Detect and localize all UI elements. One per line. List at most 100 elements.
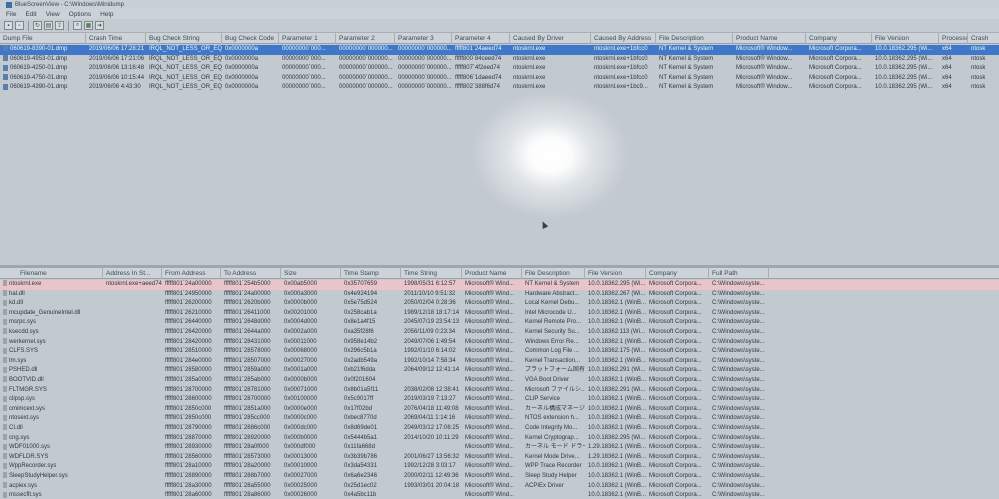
dump-cell: IRQL_NOT_LESS_OR_EQ... <box>149 84 222 91</box>
menu-view[interactable]: View <box>46 11 60 18</box>
driver-cell: 0x296c5b1a <box>344 348 377 355</box>
driver-column-header[interactable]: Product Name <box>462 268 522 279</box>
driver-cell: 0xbec8770d <box>344 415 377 422</box>
driver-cell: Microsoft® Wind... <box>465 453 515 460</box>
dump-cell: NT Kernel & System <box>659 74 714 81</box>
driver-cell: WDF01000.sys <box>0 443 103 453</box>
driver-row[interactable]: BOOTVID.dll fffff801`285a0000 fffff801`285… <box>0 376 999 386</box>
driver-column-header[interactable]: Address In St... <box>103 268 162 279</box>
driver-column-header[interactable]: Full Path <box>709 268 769 279</box>
driver-row[interactable]: CI.dll fffff801`28790000 fffff801`2886c000… <box>0 424 999 434</box>
driver-cell: fffff801`28560000 <box>165 453 212 460</box>
menu-file[interactable]: File <box>6 11 16 18</box>
driver-cell: ntoskrnl.exe+aeed74 <box>106 281 162 287</box>
driver-cell: 2076/04/18 11:49:08 <box>404 405 459 412</box>
driver-file-icon <box>3 443 7 450</box>
driver-cell: 0x25d1ec02 <box>344 482 377 489</box>
driver-row[interactable]: ntoskrnl.exe ntoskrnl.exe+aeed74 fffff801`… <box>0 280 999 290</box>
driver-row[interactable]: cng.sys fffff801`28870000 fffff801`2892000… <box>0 434 999 444</box>
driver-row[interactable]: WppRecorder.sys fffff801`28a10000 fffff801… <box>0 462 999 472</box>
driver-column-header[interactable]: File Version <box>585 268 646 279</box>
driver-column-header[interactable]: Filename <box>17 268 103 279</box>
driver-row[interactable]: CLFS.SYS fffff801`28510000 fffff801`285780… <box>0 347 999 357</box>
driver-row[interactable]: msrpc.sys fffff801`26440000 fffff801`2648d… <box>0 318 999 328</box>
menu-edit[interactable]: Edit <box>25 11 36 18</box>
driver-row[interactable]: WDF01000.sys fffff801`28930000 fffff801`28… <box>0 443 999 453</box>
driver-cell: Sleep Study Helper <box>525 473 577 479</box>
driver-cell: fffff801`2850c000 <box>165 405 212 412</box>
driver-row[interactable]: PSHED.dll fffff801`28580000 fffff801`2859a… <box>0 366 999 376</box>
dump-row[interactable]: 060619-8390-01.dmp 2019/06/06 17:28:21 IRQ… <box>0 45 999 55</box>
driver-cell: Microsoft® Wind... <box>465 348 515 355</box>
save-icon[interactable]: ▪ <box>4 21 13 30</box>
driver-row[interactable]: werkernel.sys fffff801`28420000 fffff801`2… <box>0 338 999 348</box>
menu-help[interactable]: Help <box>100 11 113 18</box>
driver-row[interactable]: hal.dll fffff801`24950000 fffff801`24a0000… <box>0 290 999 300</box>
dump-cell: Microsoft Corpora... <box>809 46 862 52</box>
dump-row[interactable]: 060619-4250-01.dmp 2019/06/06 13:16:48 IRQ… <box>0 64 999 74</box>
driver-column-header[interactable]: Company <box>646 268 709 279</box>
properties-icon[interactable]: ▤ <box>44 21 53 30</box>
driver-row[interactable]: SleepStudyHelper.sys fffff801`28890000 fff… <box>0 472 999 482</box>
driver-row[interactable]: cmimcext.sys fffff801`2850c000 fffff801`28… <box>0 405 999 415</box>
menu-options[interactable]: Options <box>69 11 91 18</box>
copy-icon[interactable]: ▫ <box>15 21 24 30</box>
driver-cell: Microsoft Corpora... <box>649 281 702 287</box>
driver-cell: Microsoft Corpora... <box>649 415 702 422</box>
dump-column-header[interactable]: Parameter 4 <box>452 33 510 44</box>
dump-cell: 060619-4750-01.dmp <box>0 74 86 84</box>
dump-column-header[interactable]: Bug Check Code <box>222 33 279 44</box>
driver-cell: カーネル構成マネージ... <box>525 405 585 412</box>
dump-column-header[interactable]: Processor <box>939 33 968 44</box>
driver-row[interactable]: acpiex.sys fffff801`28a30000 fffff801`28a5… <box>0 482 999 492</box>
driver-column-header[interactable]: Time String <box>401 268 462 279</box>
driver-row[interactable]: ksecdd.sys fffff801`26420000 fffff801`2644… <box>0 328 999 338</box>
driver-column-header[interactable]: To Address <box>221 268 281 279</box>
driver-row[interactable]: kd.dll fffff801`26200000 fffff801`2620b000… <box>0 299 999 309</box>
dump-cell: ntoskrnl.exe <box>513 55 546 62</box>
driver-cell: kd.dll <box>0 299 103 309</box>
dump-row[interactable]: 060619-4750-01.dmp 2019/06/06 10:15:44 IRQ… <box>0 74 999 84</box>
driver-cell: 0x5e75d524 <box>344 300 378 307</box>
exit-icon[interactable]: ➜ <box>95 21 104 30</box>
driver-row[interactable]: clipsp.sys fffff801`28600000 fffff801`2870… <box>0 395 999 405</box>
driver-file-icon <box>3 328 7 335</box>
dump-column-header[interactable]: Parameter 3 <box>395 33 452 44</box>
dump-column-header[interactable]: Caused By Address <box>591 33 656 44</box>
driver-filename: cmimcext.sys <box>9 405 45 412</box>
dump-column-header[interactable]: Parameter 1 <box>279 33 336 44</box>
driver-column-header[interactable]: Time Stamp <box>341 268 401 279</box>
dump-column-header[interactable]: Crash <box>968 33 999 44</box>
driver-row[interactable]: FLTMGR.SYS fffff801`28700000 fffff801`2878… <box>0 386 999 396</box>
find-icon[interactable]: ⌕ <box>73 21 82 30</box>
export-icon[interactable]: ⇪ <box>55 21 64 30</box>
dump-column-header[interactable]: File Description <box>656 33 733 44</box>
dump-cell: fffff807`4f2eed74 <box>455 65 500 72</box>
driver-row[interactable]: WDFLDR.SYS fffff801`28560000 fffff801`2857… <box>0 453 999 463</box>
dump-column-header[interactable]: Bug Check String <box>146 33 222 44</box>
driver-cell: fffff801`26420000 <box>165 329 212 335</box>
dump-column-header[interactable]: Product Name <box>733 33 806 44</box>
html-report-icon[interactable]: ▦ <box>84 21 93 30</box>
driver-column-header[interactable]: File Description <box>522 268 585 279</box>
dump-column-header[interactable]: Dump File <box>0 33 86 44</box>
driver-cell: fffff801`28578000 <box>224 348 271 355</box>
driver-cell: 0x00027000 <box>284 473 318 479</box>
dump-column-header[interactable]: Company <box>806 33 872 44</box>
dump-column-header[interactable]: Crash Time <box>86 33 146 44</box>
dump-column-header[interactable]: Caused By Driver <box>510 33 591 44</box>
driver-row[interactable]: mcupdate_GenuineIntel.dll fffff801`262100… <box>0 309 999 319</box>
driver-cell: 0x0002a000 <box>284 329 318 335</box>
driver-row[interactable]: ntosext.sys fffff801`2850c000 fffff801`285… <box>0 414 999 424</box>
refresh-icon[interactable]: ↻ <box>33 21 42 30</box>
driver-row[interactable]: mssecflt.sys fffff801`28a60000 fffff801`28… <box>0 491 999 499</box>
driver-column-header[interactable]: From Address <box>162 268 221 279</box>
dump-cell: 00000000`000000... <box>339 55 393 62</box>
dump-row[interactable]: 060619-4390-01.dmp 2019/06/06 4:43:30 IRQL… <box>0 83 999 93</box>
dump-column-header[interactable]: File Version <box>872 33 939 44</box>
dump-column-header[interactable]: Parameter 2 <box>336 33 395 44</box>
driver-cell: 10.0.18362.291 (Wi... <box>588 386 646 393</box>
driver-row[interactable]: tm.sys fffff801`284e0000 fffff801`28507000… <box>0 357 999 367</box>
dump-row[interactable]: 060619-4953-01.dmp 2019/06/06 17:21:06 IRQ… <box>0 55 999 65</box>
driver-column-header[interactable]: Size <box>281 268 341 279</box>
